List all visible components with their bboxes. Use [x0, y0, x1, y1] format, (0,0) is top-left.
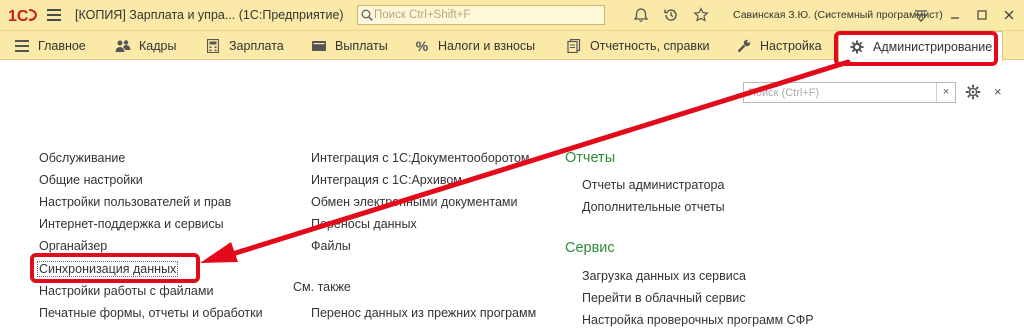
annotation-arrow — [200, 59, 851, 263]
